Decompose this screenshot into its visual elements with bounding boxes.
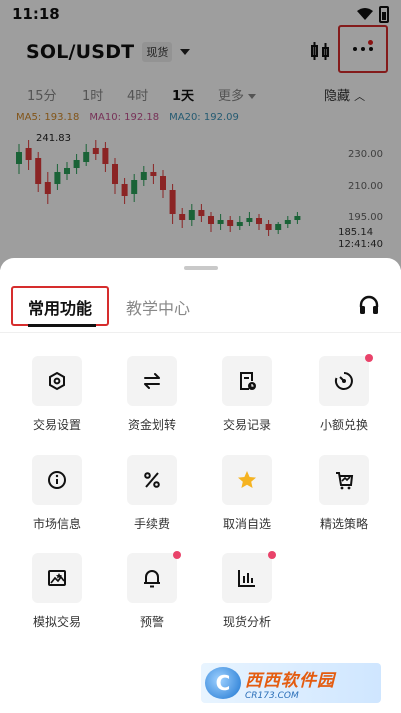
notification-dot [365, 354, 373, 362]
info-icon [48, 471, 66, 489]
icon-container [32, 356, 82, 406]
watermark-emblem: C [205, 667, 241, 699]
item-price-alert[interactable]: 预警 [112, 551, 192, 630]
icon-container [319, 354, 373, 406]
item-market-info[interactable]: 市场信息 [17, 455, 97, 532]
percent-icon [144, 472, 160, 488]
icon-container [222, 356, 272, 406]
active-tab-indicator [28, 324, 96, 327]
icon-container [127, 551, 181, 603]
item-label: 小额兑换 [319, 418, 368, 432]
headset-icon[interactable] [358, 294, 380, 316]
drag-handle[interactable] [184, 266, 218, 270]
tab-teaching-center[interactable]: 教学中心 [126, 295, 190, 319]
item-fund-transfer[interactable]: 资金划转 [112, 356, 192, 433]
watermark-text: 西西软件园 CR173.COM [245, 666, 335, 701]
item-label: 交易设置 [32, 418, 81, 432]
function-sheet: 常用功能 教学中心 交易设置 资金划转 交易记录 小额兑换 市场信息 手续费 取… [0, 258, 401, 713]
item-label: 手续费 [133, 517, 170, 531]
tab-common-functions[interactable]: 常用功能 [28, 295, 92, 319]
item-label: 取消自选 [222, 517, 271, 531]
icon-container [32, 455, 82, 505]
record-icon [240, 372, 256, 390]
item-spot-analysis[interactable]: 现货分析 [207, 551, 287, 630]
divider [0, 332, 401, 333]
item-fees[interactable]: 手续费 [112, 455, 192, 532]
demo-trade-icon [48, 570, 66, 586]
item-label: 模拟交易 [32, 615, 81, 629]
item-demo-trading[interactable]: 模拟交易 [17, 553, 97, 630]
icon-container [222, 551, 276, 603]
item-trade-settings[interactable]: 交易设置 [17, 356, 97, 433]
icon-container [32, 553, 82, 603]
watermark-sub: CR173.COM [245, 690, 299, 701]
icon-container [127, 356, 177, 406]
item-label: 精选策略 [319, 517, 368, 531]
icon-container [127, 455, 177, 505]
item-trade-records[interactable]: 交易记录 [207, 356, 287, 433]
dust-convert-icon [334, 372, 353, 390]
hexagon-icon [49, 371, 65, 391]
icon-container [222, 455, 272, 505]
item-label: 市场信息 [32, 517, 81, 531]
item-featured-strategy[interactable]: 精选策略 [304, 455, 384, 532]
item-label: 交易记录 [222, 418, 271, 432]
item-label: 现货分析 [222, 615, 271, 629]
star-icon [238, 471, 256, 488]
strategy-icon [336, 472, 354, 490]
item-dust-convert[interactable]: 小额兑换 [304, 354, 384, 433]
notification-dot [173, 551, 181, 559]
analysis-icon [238, 570, 255, 587]
watermark-main: 西西软件园 [245, 670, 335, 691]
icon-container [319, 455, 369, 505]
watermark-logo: C 西西软件园 CR173.COM [201, 663, 381, 703]
item-label: 预警 [139, 615, 164, 629]
transfer-icon [144, 373, 160, 389]
bell-icon [144, 570, 160, 588]
item-remove-favorite[interactable]: 取消自选 [207, 455, 287, 532]
item-label: 资金划转 [127, 418, 176, 432]
dim-overlay[interactable] [0, 0, 401, 270]
notification-dot [268, 551, 276, 559]
